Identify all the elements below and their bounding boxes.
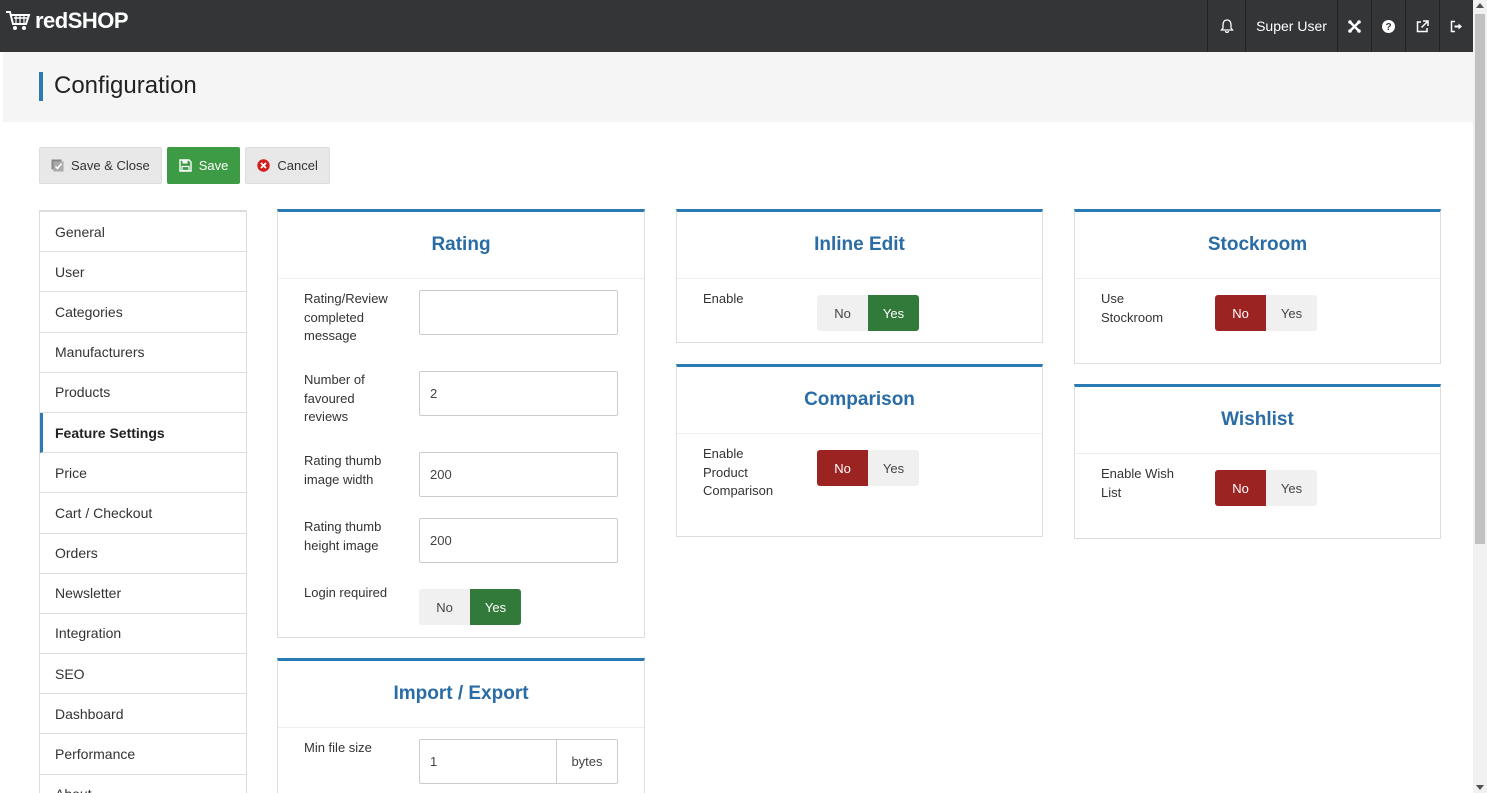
cancel-label: Cancel: [277, 158, 318, 173]
sidebar-item-integration[interactable]: Integration: [40, 614, 246, 655]
wishlist-enable-toggle: No Yes: [1215, 470, 1317, 506]
sidebar-item-performance[interactable]: Performance: [40, 734, 246, 775]
save-button[interactable]: Save: [166, 147, 241, 184]
save-close-button[interactable]: Save & Close: [39, 147, 162, 184]
min-file-size-field: 1 bytes: [419, 739, 618, 784]
inline-edit-panel: Inline Edit Enable No Yes: [676, 209, 1043, 343]
completed-message-input[interactable]: [419, 290, 618, 335]
page-title: Configuration: [54, 72, 197, 99]
login-required-no[interactable]: No: [419, 589, 470, 625]
sidebar-item-orders[interactable]: Orders: [40, 534, 246, 574]
completed-message-label: Rating/Review completed message: [304, 291, 388, 343]
wishlist-enable-no[interactable]: No: [1215, 470, 1266, 506]
favoured-reviews-label: Number of favoured reviews: [304, 372, 365, 424]
cancel-icon: [257, 159, 271, 172]
inline-edit-enable-yes[interactable]: Yes: [868, 295, 919, 331]
title-accent-bar: [39, 72, 43, 101]
toolbar: Save & Close Save Cancel: [39, 147, 330, 184]
wishlist-title: Wishlist: [1221, 409, 1294, 430]
sidebar-item-products[interactable]: Products: [40, 373, 246, 413]
bell-icon: [1219, 19, 1234, 33]
rating-title: Rating: [431, 234, 491, 255]
sidebar-item-price[interactable]: Price: [40, 453, 246, 494]
wishlist-enable-yes[interactable]: Yes: [1266, 470, 1317, 506]
sidebar-item-about[interactable]: About: [40, 775, 246, 793]
thumb-width-label: Rating thumb image width: [304, 453, 382, 487]
import-export-panel: Import / Export Min file size 1 bytes: [277, 658, 645, 793]
sidebar-item-newsletter[interactable]: Newsletter: [40, 574, 246, 614]
inline-edit-title: Inline Edit: [814, 234, 905, 255]
min-file-size-unit: bytes: [556, 740, 617, 783]
help-button[interactable]: ?: [1371, 0, 1405, 52]
scroll-down-arrow[interactable]: [1476, 785, 1484, 790]
import-export-title: Import / Export: [393, 683, 529, 704]
use-stockroom-label: Use Stockroom: [1101, 291, 1164, 325]
save-label: Save: [198, 158, 229, 173]
login-required-label: Login required: [304, 585, 388, 600]
user-menu[interactable]: Super User: [1245, 0, 1337, 52]
floppy-disk-icon: [179, 159, 192, 172]
sidebar-item-dashboard[interactable]: Dashboard: [40, 694, 246, 735]
use-stockroom-no[interactable]: No: [1215, 295, 1266, 331]
wishlist-panel: Wishlist Enable Wish List No Yes: [1074, 384, 1441, 539]
thumb-height-input[interactable]: 200: [419, 518, 618, 563]
inline-edit-enable-no[interactable]: No: [817, 295, 868, 331]
use-stockroom-toggle: No Yes: [1215, 295, 1317, 331]
comparison-enable-no[interactable]: No: [817, 450, 868, 486]
notifications-button[interactable]: [1207, 0, 1245, 52]
stockroom-title: Stockroom: [1207, 234, 1308, 255]
logout-button[interactable]: [1439, 0, 1473, 52]
svg-text:?: ?: [1385, 22, 1391, 33]
stockroom-panel: Stockroom Use Stockroom No Yes: [1074, 209, 1441, 364]
inline-edit-enable-label: Enable: [703, 291, 744, 306]
page-header: Configuration: [3, 52, 1473, 122]
page-scrollbar[interactable]: [1473, 0, 1487, 793]
use-stockroom-yes[interactable]: Yes: [1266, 295, 1317, 331]
joomla-button[interactable]: [1337, 0, 1371, 52]
min-file-size-input[interactable]: 1: [420, 740, 556, 783]
comparison-enable-toggle: No Yes: [817, 450, 919, 486]
preview-site-button[interactable]: [1405, 0, 1439, 52]
sidebar-item-categories[interactable]: Categories: [40, 292, 246, 333]
save-close-label: Save & Close: [71, 158, 150, 173]
login-required-toggle: No Yes: [419, 589, 521, 625]
sign-out-icon: [1450, 20, 1462, 32]
question-circle-icon: ?: [1382, 19, 1395, 33]
sidebar-item-feature-settings[interactable]: Feature Settings: [40, 412, 246, 454]
sidebar-item-seo[interactable]: SEO: [40, 654, 246, 695]
top-navbar: redSHOP Super User ?: [0, 0, 1473, 52]
scroll-up-arrow[interactable]: [1476, 3, 1484, 8]
comparison-panel: Comparison Enable Product Comparison No …: [676, 364, 1043, 537]
login-required-yes[interactable]: Yes: [470, 589, 521, 625]
sidebar-item-manufacturers[interactable]: Manufacturers: [40, 333, 246, 373]
comparison-enable-yes[interactable]: Yes: [868, 450, 919, 486]
cancel-button[interactable]: Cancel: [245, 147, 330, 184]
external-link-icon: [1416, 19, 1429, 32]
config-sidebar: General User Categories Manufacturers Pr…: [39, 210, 247, 793]
thumb-width-input[interactable]: 200: [419, 452, 618, 497]
sidebar-item-general[interactable]: General: [40, 212, 246, 253]
wishlist-enable-label: Enable Wish List: [1101, 466, 1174, 500]
favoured-reviews-input[interactable]: 2: [419, 371, 618, 416]
thumb-height-label: Rating thumb height image: [304, 519, 382, 553]
save-close-icon: [51, 159, 64, 172]
sidebar-item-user[interactable]: User: [40, 252, 246, 293]
redshop-logo[interactable]: redSHOP: [5, 8, 129, 34]
comparison-title: Comparison: [804, 389, 915, 410]
comparison-enable-label: Enable Product Comparison: [703, 446, 774, 498]
user-name: Super User: [1256, 18, 1327, 34]
logo-text: redSHOP: [35, 8, 129, 33]
scrollbar-thumb[interactable]: [1475, 14, 1485, 544]
rating-panel: Rating Rating/Review completed message N…: [277, 209, 645, 638]
sidebar-item-cart-checkout[interactable]: Cart / Checkout: [40, 493, 246, 534]
cart-icon: [6, 11, 31, 30]
inline-edit-enable-toggle: No Yes: [817, 295, 919, 331]
joomla-icon: [1348, 19, 1361, 33]
min-file-size-label: Min file size: [304, 740, 372, 755]
